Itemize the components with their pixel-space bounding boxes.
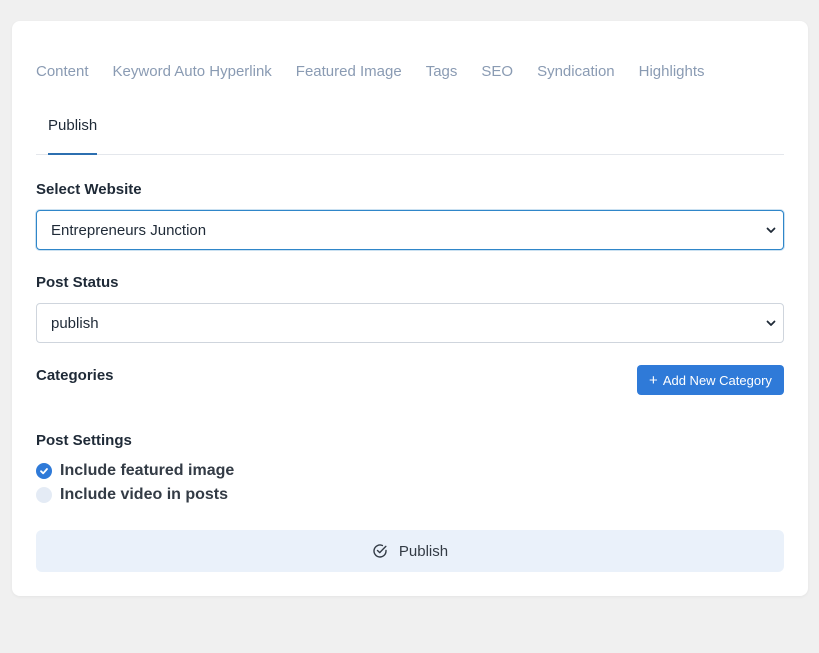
tab-tags[interactable]: Tags	[426, 63, 458, 81]
categories-label: Categories	[36, 367, 114, 384]
include-video-label: Include video in posts	[60, 486, 229, 503]
active-tab-indicator	[48, 153, 97, 155]
include-featured-image-checkbox[interactable]	[36, 463, 52, 479]
tab-row-2: Publish	[36, 117, 784, 155]
include-video-checkbox[interactable]	[36, 487, 52, 503]
chevron-down-icon	[766, 227, 776, 233]
tab-keyword-auto-hyperlink[interactable]: Keyword Auto Hyperlink	[113, 63, 272, 81]
post-status-label: Post Status	[36, 274, 119, 291]
post-settings-label: Post Settings	[36, 432, 132, 449]
check-icon	[40, 468, 48, 475]
include-featured-image-label: Include featured image	[60, 462, 235, 479]
post-status-select-value: publish	[51, 314, 99, 332]
tab-highlights[interactable]: Highlights	[639, 63, 705, 81]
include-video-option[interactable]: Include video in posts	[36, 486, 228, 504]
plus-icon: +	[649, 371, 658, 389]
website-select[interactable]: Entrepreneurs Junction	[36, 210, 784, 250]
publish-button-label: Publish	[398, 542, 449, 560]
website-select-value: Entrepreneurs Junction	[51, 221, 207, 239]
select-website-label: Select Website	[36, 181, 142, 198]
tab-publish[interactable]: Publish	[48, 117, 97, 153]
check-circle-icon	[373, 544, 387, 558]
add-new-category-button[interactable]: + Add New Category	[637, 365, 784, 395]
tab-bar: Content Keyword Auto Hyperlink Featured …	[36, 63, 729, 81]
tab-featured-image[interactable]: Featured Image	[296, 63, 402, 81]
post-status-select[interactable]: publish	[36, 303, 784, 343]
add-new-category-label: Add New Category	[662, 372, 772, 388]
publish-button[interactable]: Publish	[36, 530, 784, 572]
chevron-down-icon	[766, 320, 776, 326]
tab-seo[interactable]: SEO	[481, 63, 513, 81]
tab-syndication[interactable]: Syndication	[537, 63, 615, 81]
include-featured-image-option[interactable]: Include featured image	[36, 462, 234, 480]
tab-content[interactable]: Content	[36, 63, 89, 81]
publish-panel: Content Keyword Auto Hyperlink Featured …	[12, 21, 808, 596]
